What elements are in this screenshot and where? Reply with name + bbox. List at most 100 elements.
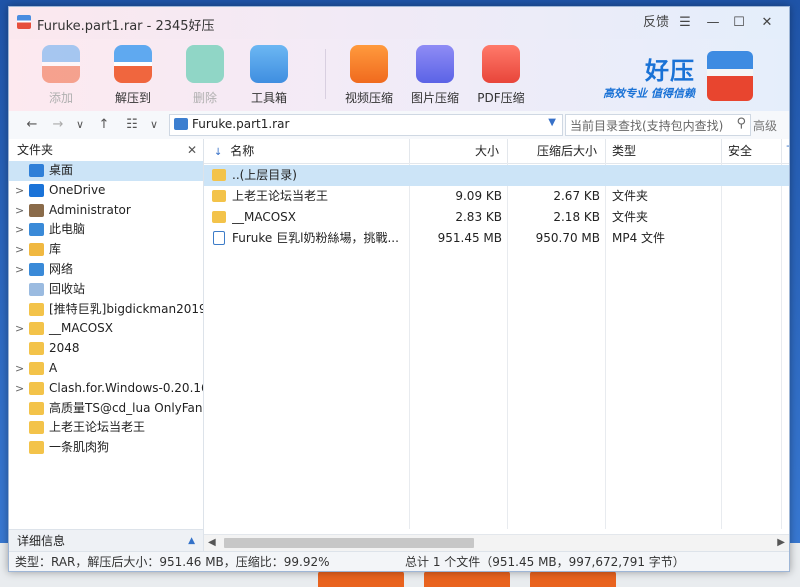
sidebar-item-label: 回收站 bbox=[49, 281, 86, 296]
brand: 好压 高效专业 值得信赖 bbox=[593, 49, 753, 105]
network-icon bbox=[29, 262, 44, 276]
expand-arrow-icon[interactable]: > bbox=[15, 220, 24, 240]
image-compress-button[interactable]: 图片压缩 bbox=[405, 39, 465, 109]
forward-button[interactable]: → bbox=[49, 115, 67, 135]
toolbox-button[interactable]: 工具箱 bbox=[239, 39, 299, 109]
status-bar: 类型：RAR，解压后大小：951.46 MB，压缩比：99.92% 总计 1 个… bbox=[9, 551, 789, 571]
close-button[interactable]: ✕ bbox=[755, 12, 779, 34]
maximize-button[interactable]: ☐ bbox=[727, 12, 751, 34]
sidebar-item[interactable]: > 网络 bbox=[9, 260, 203, 280]
up-button[interactable]: ↑ bbox=[95, 115, 113, 135]
column-type[interactable]: 类型 bbox=[606, 139, 722, 163]
title-bar[interactable]: Furuke.part1.rar - 2345好压 反馈 ☰ — ☐ ✕ bbox=[9, 7, 789, 39]
expand-arrow-icon[interactable]: > bbox=[15, 240, 24, 260]
column-packed-size[interactable]: 压缩后大小 bbox=[508, 139, 606, 163]
view-mode-icon[interactable]: ☷ bbox=[123, 115, 141, 135]
expand-arrow-icon[interactable]: > bbox=[15, 260, 24, 280]
library-icon bbox=[29, 243, 44, 257]
folder-sidebar: 文件夹 ✕ 桌面 > OneDrive > Administrator > 此电脑 > 库 > 网络… bbox=[9, 139, 204, 552]
file-type: 文件夹 bbox=[612, 189, 649, 203]
sidebar-item-label: 上老王论坛当老王 bbox=[49, 420, 146, 435]
search-icon[interactable]: ⚲ bbox=[736, 116, 746, 131]
recycle-icon bbox=[186, 45, 224, 83]
sidebar-item[interactable]: 桌面 bbox=[9, 161, 203, 181]
sidebar-item[interactable]: > OneDrive bbox=[9, 181, 203, 201]
advanced-search-button[interactable]: 高级 bbox=[753, 117, 777, 134]
sidebar-item[interactable]: 回收站 bbox=[9, 280, 203, 300]
scroll-left-icon[interactable]: ◀ bbox=[208, 535, 216, 551]
sidebar-header: 文件夹 ✕ bbox=[9, 139, 203, 161]
sidebar-item[interactable]: 高质量TS@cd_lua OnlyFans bbox=[9, 399, 203, 419]
sidebar-item[interactable]: 2048 bbox=[9, 339, 203, 359]
folder-tree: 桌面 > OneDrive > Administrator > 此电脑 > 库 > 网络 回收站 [推特… bbox=[9, 161, 203, 458]
archive-icon bbox=[174, 118, 188, 130]
menu-icon[interactable]: ☰ bbox=[673, 12, 697, 34]
extract-to-button[interactable]: 解压到 bbox=[103, 39, 163, 109]
video-file-icon bbox=[213, 231, 225, 245]
file-packed-size: 2.67 KB bbox=[553, 189, 600, 203]
file-list: ↓ 名称 大小 压缩后大小 类型 安全 下 ..(上层目录) 上老王论坛当老王 9.… bbox=[204, 139, 789, 551]
sidebar-item[interactable]: 上老王论坛当老王 bbox=[9, 418, 203, 438]
expand-arrow-icon[interactable]: > bbox=[15, 379, 24, 399]
details-label: 详细信息 bbox=[17, 534, 66, 548]
toolbox-icon bbox=[250, 45, 288, 83]
file-size: 9.09 KB bbox=[455, 189, 502, 203]
sidebar-item-label: 高质量TS@cd_lua OnlyFans bbox=[49, 400, 203, 415]
sidebar-item[interactable]: [推特巨乳]bigdickman2019 bbox=[9, 300, 203, 320]
delete-button[interactable]: 删除 bbox=[175, 39, 235, 109]
sidebar-item[interactable]: > __MACOSX bbox=[9, 319, 203, 339]
file-size: 951.45 MB bbox=[437, 231, 502, 245]
file-name: __MACOSX bbox=[232, 210, 297, 224]
view-mode-dropdown[interactable]: ∨ bbox=[145, 115, 163, 135]
details-panel-toggle[interactable]: 详细信息 ▲ bbox=[9, 529, 203, 552]
pdf-compress-button[interactable]: PDF压缩 bbox=[471, 39, 531, 109]
expand-arrow-icon[interactable]: > bbox=[15, 181, 24, 201]
add-button[interactable]: 添加 bbox=[31, 39, 91, 109]
column-security[interactable]: 安全 bbox=[722, 139, 782, 163]
file-row[interactable]: 上老王论坛当老王 9.09 KB 2.67 KB 文件夹 bbox=[204, 186, 789, 207]
horizontal-scrollbar[interactable]: ◀ ▶ bbox=[204, 534, 789, 551]
folder-icon bbox=[212, 169, 226, 181]
path-bar[interactable]: Furuke.part1.rar ▼ bbox=[169, 114, 563, 136]
folder-icon bbox=[29, 401, 44, 415]
brand-logo-icon bbox=[707, 51, 753, 101]
column-more[interactable]: 下 bbox=[782, 139, 789, 163]
delete-label: 删除 bbox=[192, 91, 217, 105]
folder-icon bbox=[29, 302, 44, 316]
app-window: Furuke.part1.rar - 2345好压 反馈 ☰ — ☐ ✕ 添加 … bbox=[8, 6, 790, 572]
expand-arrow-icon[interactable]: > bbox=[15, 201, 24, 221]
minimize-button[interactable]: — bbox=[701, 12, 725, 34]
computer-icon bbox=[29, 223, 44, 237]
folder-icon bbox=[29, 361, 44, 375]
scroll-right-icon[interactable]: ▶ bbox=[777, 535, 785, 551]
sort-arrow-icon: ↓ bbox=[214, 147, 223, 158]
column-name[interactable]: ↓ 名称 bbox=[204, 139, 410, 163]
back-button[interactable]: ← bbox=[23, 115, 41, 135]
search-input[interactable]: 当前目录查找(支持包内查找) ⚲ bbox=[565, 114, 751, 136]
sidebar-item[interactable]: > 库 bbox=[9, 240, 203, 260]
file-row[interactable]: ..(上层目录) bbox=[204, 165, 789, 186]
extract-to-label: 解压到 bbox=[114, 91, 151, 105]
history-dropdown[interactable]: ∨ bbox=[71, 115, 89, 135]
sidebar-item[interactable]: > Clash.for.Windows-0.20.16 bbox=[9, 379, 203, 399]
sidebar-item[interactable]: > A bbox=[9, 359, 203, 379]
sidebar-item-label: 库 bbox=[49, 242, 62, 257]
add-archive-icon bbox=[42, 45, 80, 83]
file-row[interactable]: __MACOSX 2.83 KB 2.18 KB 文件夹 bbox=[204, 207, 789, 228]
window-title: Furuke.part1.rar - 2345好压 bbox=[37, 19, 215, 34]
feedback-button[interactable]: 反馈 bbox=[641, 12, 671, 34]
video-compress-label: 视频压缩 bbox=[344, 91, 393, 105]
video-compress-button[interactable]: 视频压缩 bbox=[339, 39, 399, 109]
column-size[interactable]: 大小 bbox=[410, 139, 508, 163]
scrollbar-thumb[interactable] bbox=[224, 538, 474, 548]
navigation-bar: ← → ∨ ↑ ☷ ∨ Furuke.part1.rar ▼ 当前目录查找(支持… bbox=[9, 111, 789, 140]
expand-arrow-icon[interactable]: > bbox=[15, 319, 24, 339]
expand-arrow-icon[interactable]: > bbox=[15, 359, 24, 379]
file-row[interactable]: Furuke 巨乳l奶粉絲場，挑戰... 951.45 MB 950.70 MB MP… bbox=[204, 228, 789, 249]
sidebar-item[interactable]: > Administrator bbox=[9, 201, 203, 221]
path-dropdown[interactable]: ▼ bbox=[548, 117, 556, 128]
collapse-up-icon[interactable]: ▲ bbox=[188, 530, 195, 552]
sidebar-item[interactable]: 一条肌肉狗 bbox=[9, 438, 203, 458]
sidebar-item[interactable]: > 此电脑 bbox=[9, 220, 203, 240]
sidebar-close-icon[interactable]: ✕ bbox=[187, 139, 197, 161]
